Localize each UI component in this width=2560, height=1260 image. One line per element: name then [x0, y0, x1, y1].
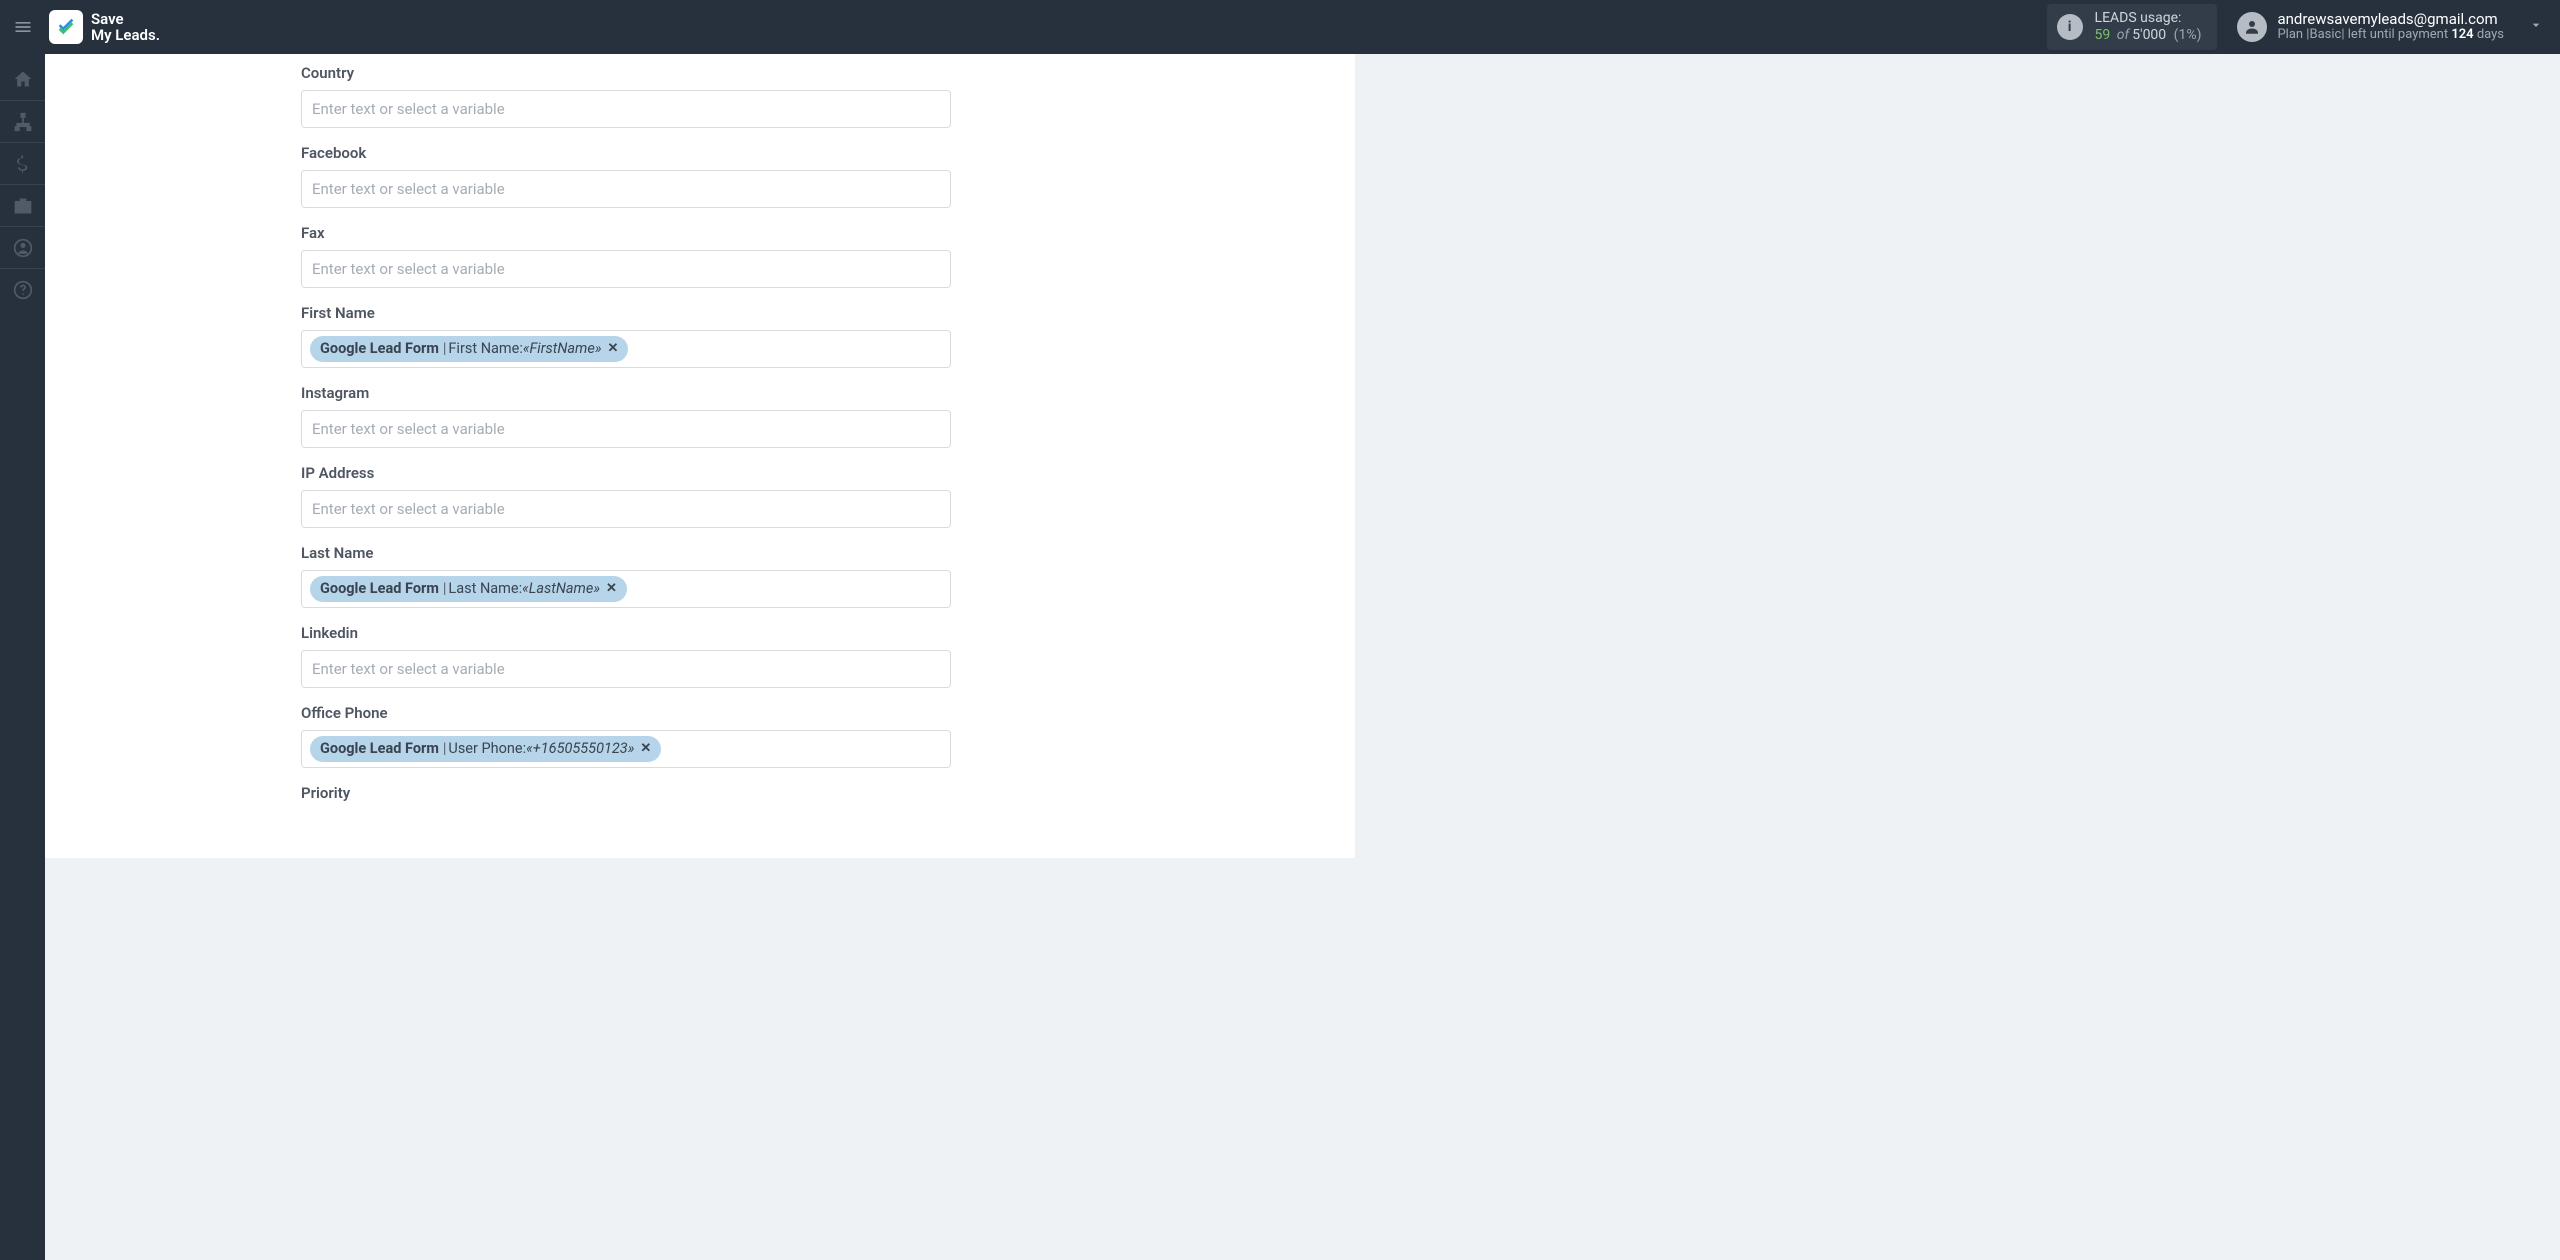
field-input[interactable]: Enter text or select a variable [301, 90, 951, 128]
chevron-down-icon [2528, 17, 2544, 37]
chip-source: Google Lead Form [320, 339, 439, 359]
field-input[interactable]: Enter text or select a variable [301, 170, 951, 208]
usage-value: 59 of5'000 (1%) [2095, 27, 2202, 44]
chip-remove-button[interactable]: ✕ [606, 580, 617, 598]
field-instagram: Instagram Enter text or select a variable [301, 384, 951, 448]
field-input[interactable]: Google Lead Form | User Phone: «+1650555… [301, 730, 951, 768]
home-icon [13, 69, 33, 89]
field-label: IP Address [301, 464, 951, 482]
info-icon: i [2057, 14, 2083, 40]
user-circle-icon [13, 238, 33, 258]
chip-source: Google Lead Form [320, 579, 439, 599]
field-last_name: Last Name Google Lead Form | Last Name: «… [301, 544, 951, 608]
field-ip_address: IP Address Enter text or select a variabl… [301, 464, 951, 528]
placeholder-text: Enter text or select a variable [310, 260, 505, 278]
placeholder-text: Enter text or select a variable [310, 420, 505, 438]
field-label: Facebook [301, 144, 951, 162]
variable-chip[interactable]: Google Lead Form | Last Name: «LastName»… [310, 576, 627, 602]
variable-chip[interactable]: Google Lead Form | First Name: «FirstNam… [310, 336, 628, 362]
field-label: Country [301, 64, 951, 82]
nav-billing[interactable] [0, 142, 45, 184]
field-label: Linkedin [301, 624, 951, 642]
form-card: CountryEnter text or select a variableFa… [45, 54, 1355, 858]
chip-field: User Phone: [448, 739, 526, 759]
field-country: Country Enter text or select a variable [301, 64, 951, 128]
usage-indicator: i LEADS usage: 59 of5'000 (1%) [2047, 4, 2218, 50]
field-input[interactable]: Enter text or select a variable [301, 410, 951, 448]
hamburger-icon [13, 17, 33, 37]
nav-briefcase[interactable] [0, 184, 45, 226]
field-priority: Priority [301, 784, 951, 802]
nav-home[interactable] [0, 58, 45, 100]
field-label: Fax [301, 224, 951, 242]
briefcase-icon [13, 196, 33, 216]
field-linkedin: Linkedin Enter text or select a variable [301, 624, 951, 688]
field-first_name: First Name Google Lead Form | First Name:… [301, 304, 951, 368]
usage-label: LEADS usage: [2095, 10, 2202, 27]
account-email: andrewsavemyleads@gmail.com [2277, 11, 2504, 28]
nav-account[interactable] [0, 226, 45, 268]
field-office_phone: Office Phone Google Lead Form | User Phon… [301, 704, 951, 768]
form-fields: CountryEnter text or select a variableFa… [45, 64, 951, 802]
placeholder-text: Enter text or select a variable [310, 100, 505, 118]
field-facebook: Facebook Enter text or select a variable [301, 144, 951, 208]
nav-help[interactable] [0, 268, 45, 310]
variable-chip[interactable]: Google Lead Form | User Phone: «+1650555… [310, 736, 661, 762]
field-label: Office Phone [301, 704, 951, 722]
user-icon [2243, 18, 2261, 36]
field-label: First Name [301, 304, 951, 322]
placeholder-text: Enter text or select a variable [310, 500, 505, 518]
placeholder-text: Enter text or select a variable [310, 180, 505, 198]
field-input[interactable]: Enter text or select a variable [301, 650, 951, 688]
checkmark-icon [55, 16, 77, 38]
chip-value: «FirstName» [523, 339, 602, 359]
avatar [2237, 12, 2267, 42]
menu-toggle-button[interactable] [0, 0, 45, 54]
nav-connections[interactable] [0, 100, 45, 142]
field-input[interactable]: Google Lead Form | First Name: «FirstNam… [301, 330, 951, 368]
account-menu[interactable]: andrewsavemyleads@gmail.com Plan |Basic|… [2237, 11, 2544, 43]
chip-value: «LastName» [522, 579, 600, 599]
field-input[interactable]: Google Lead Form | Last Name: «LastName»… [301, 570, 951, 608]
chip-value: «+16505550123» [526, 739, 634, 759]
account-plan: Plan |Basic| left until payment 124 days [2277, 28, 2504, 43]
field-label: Priority [301, 784, 951, 802]
field-fax: Fax Enter text or select a variable [301, 224, 951, 288]
help-icon [13, 280, 33, 300]
page-scroll[interactable]: CountryEnter text or select a variableFa… [45, 54, 2560, 1260]
logo-mark [49, 10, 83, 44]
placeholder-text: Enter text or select a variable [310, 660, 505, 678]
logo[interactable]: Save My Leads. [49, 10, 160, 44]
chip-field: Last Name: [448, 579, 522, 599]
field-label: Instagram [301, 384, 951, 402]
field-input[interactable]: Enter text or select a variable [301, 490, 951, 528]
field-input[interactable]: Enter text or select a variable [301, 250, 951, 288]
dollar-icon [13, 154, 33, 174]
sidebar [0, 54, 45, 1260]
chip-field: First Name: [448, 339, 522, 359]
topbar: Save My Leads. i LEADS usage: 59 of5'000… [0, 0, 2560, 54]
field-label: Last Name [301, 544, 951, 562]
chip-source: Google Lead Form [320, 739, 439, 759]
chip-remove-button[interactable]: ✕ [640, 740, 651, 758]
chip-remove-button[interactable]: ✕ [607, 340, 618, 358]
sitemap-icon [13, 112, 33, 132]
logo-text: Save My Leads. [91, 11, 160, 44]
